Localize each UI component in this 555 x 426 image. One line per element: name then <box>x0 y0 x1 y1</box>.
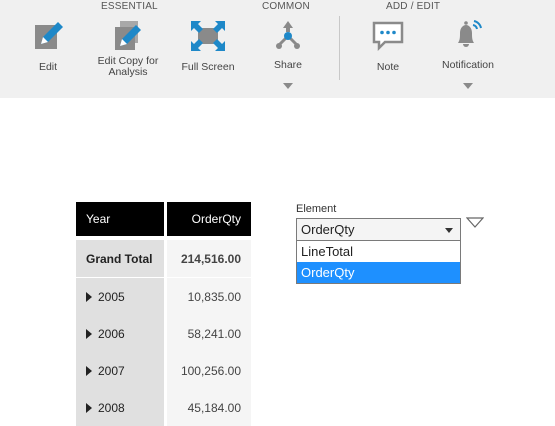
note-label: Note <box>376 61 400 73</box>
table-row-value: 10,835.00 <box>167 278 251 315</box>
table-row-year[interactable]: 2007 <box>76 352 164 389</box>
share-dropdown-caret-icon[interactable] <box>283 76 293 94</box>
full-screen-icon <box>188 16 228 56</box>
table-row-value: 100,256.00 <box>167 352 251 389</box>
year-label: 2007 <box>98 363 125 378</box>
expand-triangle-icon[interactable] <box>86 328 92 339</box>
toolbar-separator <box>339 16 340 80</box>
element-filter-label: Element <box>296 203 337 215</box>
edit-label: Edit <box>38 61 58 73</box>
chevron-down-icon <box>445 228 453 233</box>
column-header-orderqty[interactable]: OrderQty <box>167 202 251 236</box>
collapse-triangle-icon[interactable] <box>465 216 485 234</box>
full-screen-button[interactable]: Full Screen <box>178 14 238 94</box>
note-comment-icon <box>368 16 408 56</box>
full-screen-label: Full Screen <box>181 61 235 73</box>
edit-copy-label: Edit Copy for Analysis <box>97 55 159 78</box>
share-label: Share <box>273 59 303 71</box>
edit-copy-icon <box>108 16 148 56</box>
grand-total-value: 214,516.00 <box>167 240 251 277</box>
table-row-year[interactable]: 2008 <box>76 389 164 426</box>
expand-triangle-icon[interactable] <box>86 402 92 413</box>
year-label: 2006 <box>98 326 125 341</box>
edit-button[interactable]: Edit <box>22 14 74 94</box>
expand-triangle-icon[interactable] <box>86 291 92 302</box>
edit-copy-for-analysis-button[interactable]: Edit Copy for Analysis <box>92 14 164 94</box>
group-title-add-edit: ADD / EDIT <box>386 1 441 12</box>
year-label: 2005 <box>98 289 125 304</box>
group-title-common: COMMON <box>262 1 310 12</box>
notification-dropdown-caret-icon[interactable] <box>463 76 473 94</box>
notification-bell-icon <box>448 16 488 54</box>
table-row-year[interactable]: 2005 <box>76 278 164 315</box>
grand-total-label: Grand Total <box>76 240 164 277</box>
table-row-value: 45,184.00 <box>167 389 251 426</box>
toolbar: ESSENTIAL COMMON ADD / EDIT Edit Edit Co… <box>0 0 555 98</box>
year-label: 2008 <box>98 400 125 415</box>
notification-label: Notification <box>442 59 494 71</box>
option-orderqty[interactable]: OrderQty <box>297 262 460 283</box>
option-linetotal[interactable]: LineTotal <box>297 241 460 262</box>
edit-pencil-icon <box>28 16 68 56</box>
share-button[interactable]: Share <box>263 14 313 94</box>
table-row-year[interactable]: 2006 <box>76 315 164 352</box>
notification-button[interactable]: Notification <box>435 14 501 94</box>
group-title-essential: ESSENTIAL <box>101 1 158 12</box>
note-button[interactable]: Note <box>364 14 412 94</box>
element-select-value: OrderQty <box>301 222 355 237</box>
element-options-list: LineTotal OrderQty <box>296 241 461 284</box>
element-select[interactable]: OrderQty <box>296 218 461 241</box>
column-header-year[interactable]: Year <box>76 202 164 236</box>
expand-triangle-icon[interactable] <box>86 365 92 376</box>
share-icon <box>268 16 308 54</box>
table-row-value: 58,241.00 <box>167 315 251 352</box>
